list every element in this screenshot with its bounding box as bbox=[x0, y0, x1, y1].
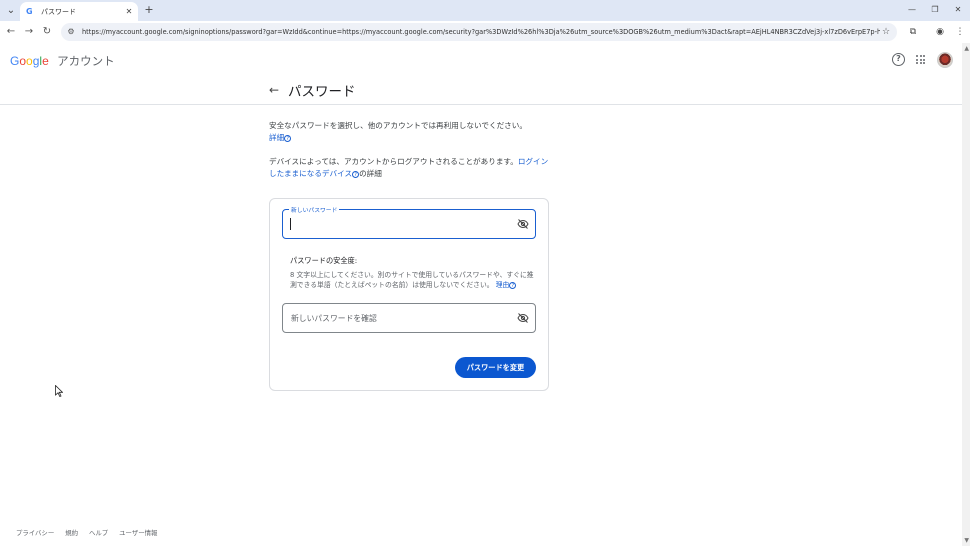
confirm-password-field[interactable]: 新しいパスワードを確認 bbox=[282, 303, 536, 333]
text-caret bbox=[290, 218, 291, 230]
page-title: パスワード bbox=[288, 84, 356, 100]
password-form-card: 新しいパスワード パスワードの安全度: 8 文字以上にしてください。別のサイトで… bbox=[269, 198, 549, 391]
change-password-button[interactable]: パスワードを変更 bbox=[455, 357, 536, 378]
tab-close-icon[interactable]: ✕ bbox=[124, 7, 134, 17]
back-icon[interactable]: ← bbox=[4, 25, 18, 39]
profile-icon[interactable]: ◉ bbox=[933, 25, 947, 39]
footer-link-terms[interactable]: 規約 bbox=[65, 528, 78, 537]
new-tab-icon[interactable]: + bbox=[143, 4, 155, 16]
visibility-off-icon[interactable] bbox=[517, 312, 529, 324]
page-scrollbar[interactable] bbox=[962, 43, 970, 546]
browser-tab[interactable]: G パスワード ✕ bbox=[20, 2, 138, 21]
logo-letter: o bbox=[26, 54, 33, 68]
devices-paragraph: デバイスによっては、アカウントからログアウトされることがあります。ログインしたま… bbox=[269, 156, 549, 180]
help-circle-icon[interactable]: ? bbox=[509, 282, 517, 289]
minimize-icon[interactable]: — bbox=[905, 3, 919, 17]
devices-suffix: の詳細 bbox=[359, 169, 382, 178]
help-icon[interactable]: ? bbox=[892, 53, 905, 66]
browser-menu-icon[interactable]: ⋮ bbox=[953, 25, 967, 39]
footer-link-privacy[interactable]: プライバシー bbox=[16, 528, 54, 537]
logo-letter: G bbox=[10, 54, 20, 68]
why-link[interactable]: 理由 bbox=[496, 281, 510, 289]
account-header: Google アカウント ? ← パスワード bbox=[0, 43, 962, 105]
scroll-down-icon[interactable]: ▼ bbox=[964, 537, 969, 544]
address-bar[interactable]: ⚙ https://myaccount.google.com/signinopt… bbox=[61, 23, 897, 41]
intro-sentence: 安全なパスワードを選択し、他のアカウントでは再利用しないでください。 bbox=[269, 121, 527, 130]
learn-more-link[interactable]: 詳細 bbox=[269, 133, 284, 142]
visibility-off-icon[interactable] bbox=[517, 218, 529, 230]
url-text[interactable]: https://myaccount.google.com/signinoptio… bbox=[82, 28, 880, 36]
new-password-field[interactable]: 新しいパスワード bbox=[282, 205, 536, 239]
bookmark-star-icon[interactable]: ☆ bbox=[880, 26, 892, 38]
reload-icon[interactable]: ↻ bbox=[40, 25, 54, 39]
confirm-password-placeholder: 新しいパスワードを確認 bbox=[291, 314, 377, 323]
strength-heading: パスワードの安全度: bbox=[290, 256, 358, 265]
google-account-logo[interactable]: Google アカウント bbox=[10, 53, 115, 69]
devices-sentence: デバイスによっては、アカウントからログアウトされることがあります。 bbox=[269, 157, 518, 166]
password-strength-section: パスワードの安全度: 8 文字以上にしてください。別のサイトで使用しているパスワ… bbox=[290, 256, 540, 290]
window-close-icon[interactable]: ✕ bbox=[951, 3, 965, 17]
intro-paragraph: 安全なパスワードを選択し、他のアカウントでは再利用しないでください。 詳細? bbox=[269, 120, 549, 144]
intro-text: 安全なパスワードを選択し、他のアカウントでは再利用しないでください。 詳細? デ… bbox=[269, 120, 549, 180]
back-arrow-icon[interactable]: ← bbox=[267, 83, 281, 97]
site-info-icon[interactable]: ⚙ bbox=[66, 27, 76, 37]
forward-icon[interactable]: → bbox=[22, 25, 36, 39]
mouse-cursor-icon bbox=[55, 385, 63, 397]
product-name: アカウント bbox=[57, 56, 115, 68]
footer-link-about[interactable]: ユーザー情報 bbox=[119, 528, 157, 537]
scroll-up-icon[interactable]: ▲ bbox=[964, 45, 969, 52]
tab-search-icon[interactable]: ⌄ bbox=[4, 3, 18, 17]
extensions-icon[interactable]: ⧉ bbox=[906, 25, 920, 39]
google-favicon-icon: G bbox=[26, 7, 33, 16]
footer-link-help[interactable]: ヘルプ bbox=[89, 528, 108, 537]
account-avatar[interactable] bbox=[937, 52, 953, 68]
page-footer: プライバシー 規約 ヘルプ ユーザー情報 bbox=[16, 528, 157, 537]
logo-letter: e bbox=[42, 54, 49, 68]
tab-title: パスワード bbox=[41, 7, 76, 16]
browser-tab-strip: ⌄ G パスワード ✕ + — ❐ ✕ bbox=[0, 0, 970, 21]
help-circle-icon[interactable]: ? bbox=[284, 135, 292, 142]
browser-toolbar: ← → ↻ ⚙ https://myaccount.google.com/sig… bbox=[0, 21, 970, 43]
new-password-label: 新しいパスワード bbox=[289, 205, 340, 214]
strength-hint: 8 文字以上にしてください。別のサイトで使用しているパスワードや、すぐに推測でき… bbox=[290, 270, 540, 290]
restore-icon[interactable]: ❐ bbox=[928, 3, 942, 17]
google-apps-icon[interactable] bbox=[916, 55, 925, 64]
